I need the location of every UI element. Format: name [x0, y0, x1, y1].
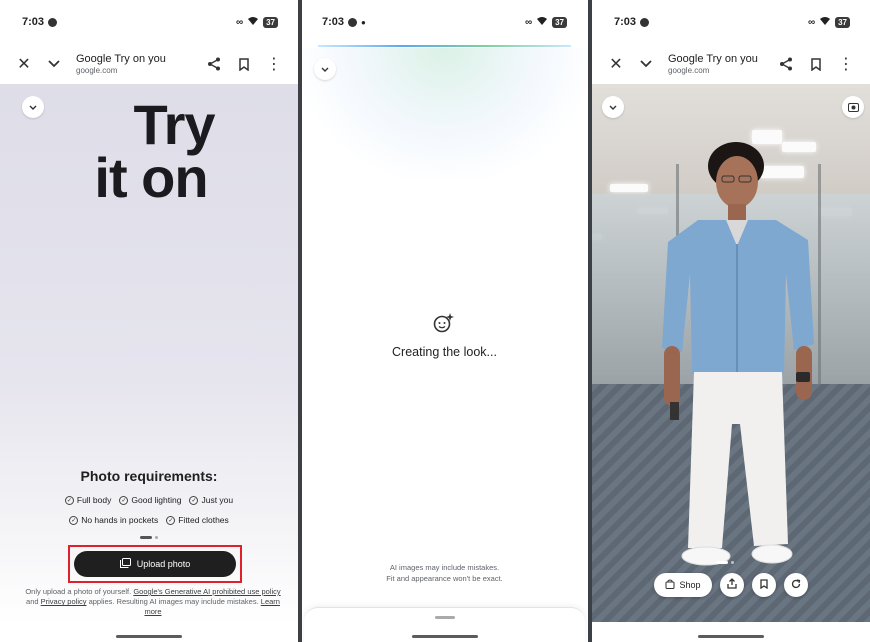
check-circle-icon: ✓ [189, 495, 199, 505]
link-icon: ∞ [524, 16, 533, 28]
refresh-icon [791, 578, 801, 592]
bookmark-icon [759, 578, 768, 592]
privacy-policy-link[interactable]: Privacy policy [41, 597, 87, 606]
close-icon[interactable]: ✕ [12, 52, 36, 76]
collapse-chevron-icon[interactable] [602, 96, 624, 118]
requirement-item: ✓ Just you [189, 495, 234, 505]
page-title: Google Try on you [668, 53, 758, 66]
share-result-button[interactable] [719, 573, 744, 597]
app-notification-icon [640, 17, 650, 27]
requirements-title: Photo requirements: [80, 468, 218, 484]
status-time: 7:03 [22, 16, 45, 28]
camera-swap-icon[interactable] [842, 96, 864, 118]
requirement-item: ✓ No hands in pockets [69, 515, 159, 525]
hero-line-1: Try [133, 93, 215, 156]
requirement-item: ✓ Fitted clothes [166, 515, 229, 525]
progress-line [318, 45, 571, 47]
app-notification-icon [348, 17, 358, 27]
status-bar: 7:03 ∞ 37 [592, 0, 870, 44]
status-bar: 7:03 ∞ 37 [0, 0, 298, 44]
more-vert-icon[interactable]: ⋮ [834, 52, 858, 76]
share-icon[interactable] [202, 52, 226, 76]
upload-share-icon [726, 578, 737, 592]
chevron-down-icon[interactable] [42, 52, 66, 76]
disclaimer-text: Only upload a photo of yourself. Google'… [25, 587, 281, 617]
status-time: 7:03 [614, 16, 637, 28]
requirements-row-1: ✓ Full body ✓ Good lighting ✓ Just you [0, 495, 298, 505]
shop-button[interactable]: Shop [654, 573, 712, 597]
ai-sparkle-face-icon [432, 312, 454, 340]
browser-toolbar: ✕ Google Try on you google.com ⋮ [592, 44, 870, 84]
close-icon[interactable]: ✕ [604, 52, 628, 76]
carousel-indicator [0, 536, 298, 539]
collapse-chevron-icon[interactable] [314, 58, 336, 80]
bookmark-icon[interactable] [232, 52, 256, 76]
share-icon[interactable] [774, 52, 798, 76]
notification-icon: ● [361, 17, 366, 27]
loading-screen: 7:03 ● ∞ 37 Creating the look... AI image… [302, 0, 587, 642]
check-circle-icon: ✓ [119, 495, 129, 505]
requirement-item: ✓ Good lighting [119, 495, 182, 505]
battery-icon: 37 [263, 16, 278, 28]
page-url: google.com [76, 65, 118, 75]
battery-icon: 37 [552, 16, 567, 28]
glow-backdrop [302, 48, 587, 178]
check-circle-icon: ✓ [69, 515, 79, 525]
shop-label: Shop [679, 580, 701, 590]
upload-photo-label: Upload photo [136, 559, 191, 569]
wifi-icon [536, 16, 548, 29]
requirement-item: ✓ Full body [64, 495, 112, 505]
bookmark-icon[interactable] [804, 52, 828, 76]
wifi-icon [247, 16, 259, 29]
page-url: google.com [668, 65, 710, 75]
page-title-block: Google Try on you google.com [76, 53, 202, 75]
intro-content: Try it on Photo requirements: ✓ Full body… [0, 84, 298, 624]
shopping-bag-icon [665, 579, 675, 591]
home-indicator[interactable] [116, 635, 182, 638]
photo-library-icon [119, 558, 131, 570]
try-on-result-image[interactable] [592, 84, 870, 622]
requirements-row-2: ✓ No hands in pockets ✓ Fitted clothes [0, 515, 298, 525]
retry-button[interactable] [783, 573, 808, 597]
status-bar: 7:03 ● ∞ 37 [302, 0, 587, 44]
home-indicator[interactable] [698, 635, 764, 638]
home-indicator[interactable] [411, 635, 478, 638]
wifi-icon [819, 16, 831, 29]
prohibited-use-policy-link[interactable]: Google's Generative AI prohibited use po… [133, 587, 280, 596]
link-icon: ∞ [807, 16, 816, 28]
carousel-indicator [716, 561, 734, 564]
page-title: Google Try on you [76, 53, 166, 66]
person-figure [662, 142, 814, 566]
upload-highlight-box: Upload photo [68, 545, 242, 583]
loading-message: Creating the look... [392, 345, 497, 359]
intro-screen: 7:03 ∞ 37 ✕ Google Try on you google.com… [0, 0, 298, 642]
chevron-down-icon[interactable] [634, 52, 658, 76]
more-vert-icon[interactable]: ⋮ [262, 52, 286, 76]
browser-toolbar: ✕ Google Try on you google.com ⋮ [0, 44, 298, 84]
page-title-block: Google Try on you google.com [668, 53, 774, 75]
link-icon: ∞ [235, 16, 244, 28]
upload-photo-button[interactable]: Upload photo [74, 551, 236, 577]
check-circle-icon: ✓ [64, 495, 74, 505]
check-circle-icon: ✓ [166, 515, 176, 525]
sheet-grip[interactable] [434, 616, 455, 619]
battery-icon: 37 [835, 16, 850, 28]
ai-disclaimer: AI images may include mistakes. Fit and … [386, 563, 503, 583]
hero-title: Try it on [0, 93, 298, 210]
hero-line-2: it on [94, 146, 208, 210]
result-screen: 7:03 ∞ 37 ✕ Google Try on you google.com… [592, 0, 870, 642]
app-notification-icon [48, 17, 58, 27]
result-actions: Shop [592, 573, 870, 597]
status-time: 7:03 [322, 16, 345, 28]
save-result-button[interactable] [751, 573, 776, 597]
